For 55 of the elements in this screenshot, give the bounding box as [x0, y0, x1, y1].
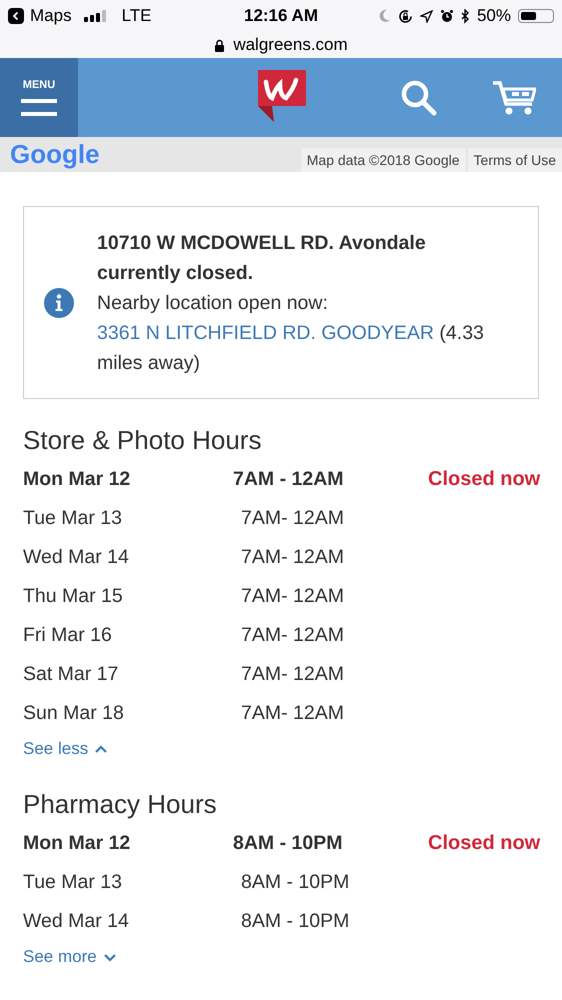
info-icon — [44, 288, 74, 318]
hours-text: 7AM- 12AM — [240, 585, 345, 608]
day-label: Sun Mar 18 — [23, 702, 125, 725]
back-icon[interactable] — [8, 8, 24, 24]
chevron-up-icon — [94, 744, 108, 754]
back-app-label[interactable]: Maps — [30, 6, 72, 26]
hours-text: 8AM - 10PM — [240, 871, 350, 894]
search-icon[interactable] — [401, 80, 437, 116]
menu-button[interactable]: MENU — [0, 58, 78, 137]
hours-text: 8AM - 10PM — [240, 910, 350, 933]
url-text[interactable]: walgreens.com — [233, 35, 348, 55]
status-text: Closed now — [428, 832, 540, 855]
hours-text: 8AM - 10PM — [233, 832, 344, 855]
network-label: LTE — [122, 6, 152, 26]
notice-text: Nearby location open now: — [97, 290, 329, 316]
menu-icon — [21, 98, 57, 116]
cart-icon[interactable] — [492, 80, 536, 116]
location-arrow-icon — [420, 10, 433, 22]
map-attribution: Map data ©2018 Google — [300, 148, 466, 172]
bluetooth-icon — [460, 8, 470, 24]
day-label: Wed Mar 14 — [23, 910, 130, 933]
lock-icon — [214, 38, 226, 52]
day-label: Wed Mar 14 — [23, 546, 130, 569]
rotation-lock-icon — [398, 8, 413, 24]
battery-percent: 50% — [476, 6, 511, 26]
clock: 12:16 AM — [244, 6, 318, 26]
logo-icon[interactable] — [256, 70, 306, 122]
day-label: Thu Mar 15 — [23, 585, 124, 608]
day-label: Fri Mar 16 — [23, 624, 113, 647]
toggle-link[interactable]: See less — [23, 739, 108, 759]
hours-text: 7AM- 12AM — [240, 624, 345, 647]
notice-title: 10710 W MCDOWELL RD. Avondale currently closed. — [97, 230, 427, 286]
hours-text: 7AM - 12AM — [233, 468, 345, 491]
hours-text: 7AM- 12AM — [240, 663, 345, 686]
toggle-link[interactable]: See more — [23, 947, 117, 967]
section-heading: Store & Photo Hours — [23, 425, 262, 456]
hours-text: 7AM- 12AM — [240, 702, 345, 725]
day-label: Mon Mar 12 — [23, 468, 132, 491]
status-text: Closed now — [428, 468, 540, 491]
day-label: Tue Mar 13 — [23, 871, 123, 894]
moon-icon — [378, 9, 391, 23]
hours-text: 7AM- 12AM — [240, 546, 345, 569]
chevron-down-icon — [102, 952, 117, 962]
terms-link[interactable]: Terms of Use — [468, 148, 562, 172]
nearby-store-text: 3361 N LITCHFIELD RD. GOODYEAR (4.33 miles away) — [97, 320, 485, 376]
map-logo: Google — [10, 139, 100, 170]
store-link[interactable]: 3361 N LITCHFIELD RD. GOODYEAR — [97, 322, 434, 344]
day-label: Sat Mar 17 — [23, 663, 120, 686]
day-label: Mon Mar 12 — [23, 832, 132, 855]
day-label: Tue Mar 13 — [23, 507, 123, 530]
hours-text: 7AM- 12AM — [240, 507, 345, 530]
section-heading: Pharmacy Hours — [23, 789, 218, 820]
battery-icon — [518, 9, 554, 23]
alarm-clock-icon — [440, 9, 454, 23]
signal-icon — [84, 10, 108, 22]
